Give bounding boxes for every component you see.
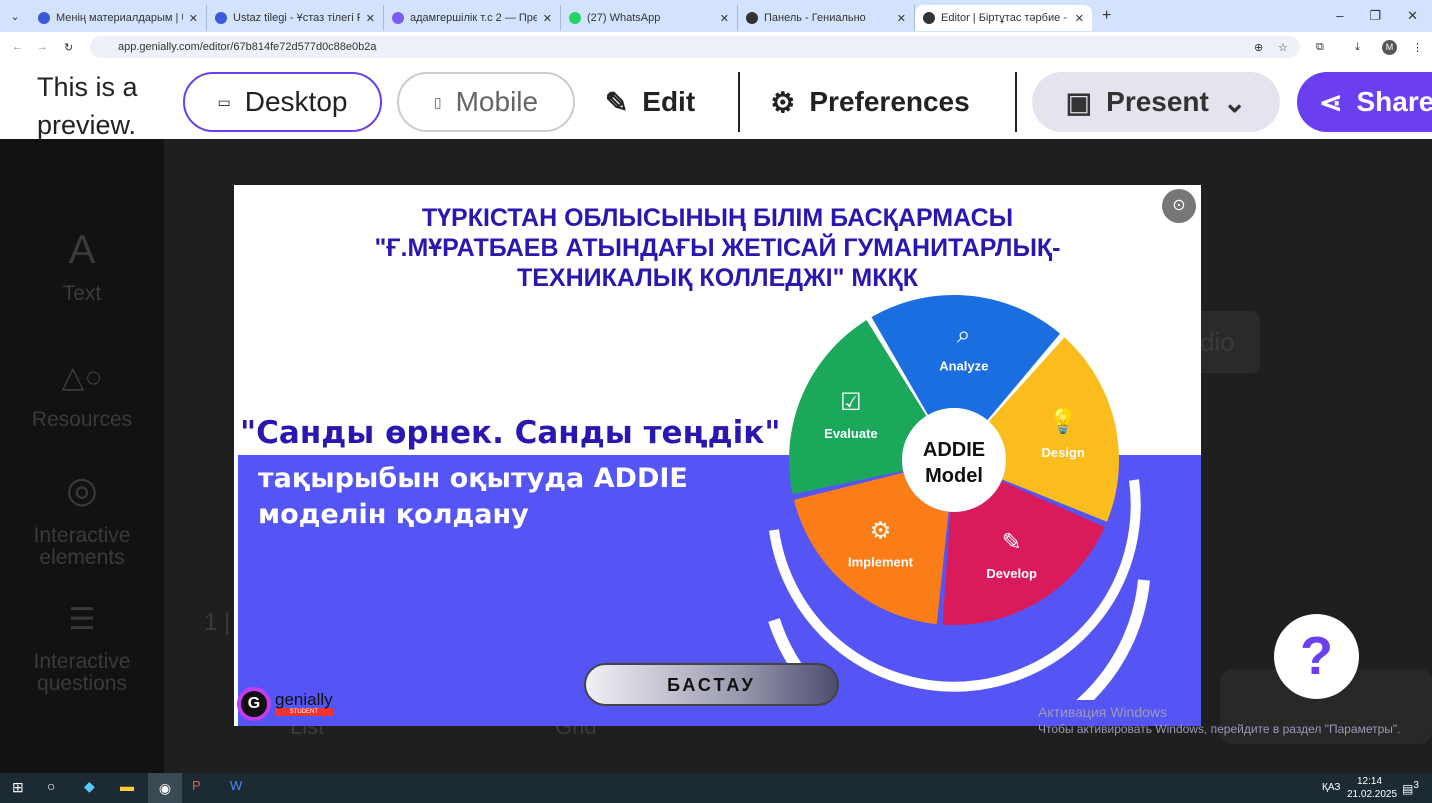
browser-tabstrip: ⌄ Менің материалдарым | Ustaz✕Ustaz tile… [0, 0, 1432, 32]
profile-avatar[interactable]: M [1382, 39, 1397, 55]
chrome-icon[interactable]: ◉ [148, 773, 182, 803]
unlock-icon[interactable]: ⊙ [1162, 189, 1196, 223]
interactive-elements-icon: ◎ [66, 469, 98, 510]
menu-icon[interactable]: ⋮ [1412, 41, 1423, 54]
sidebar: A Text △○ Resources ◎ Interactive elemen… [0, 139, 164, 773]
extensions-icon[interactable]: ⧉ [1316, 41, 1324, 54]
pencil-icon: ✎ [604, 86, 629, 118]
clock-date[interactable]: 21.02.2025 [1347, 789, 1397, 800]
genially-logo: G genially STUDENT [237, 687, 333, 721]
questions-icon: ☰ [68, 603, 96, 636]
edit-button[interactable]: ✎ Edit [590, 72, 710, 132]
text-icon: A [68, 228, 96, 272]
phase-label: Implement [848, 555, 914, 570]
reload-icon[interactable]: ↻ [64, 41, 73, 54]
share-button[interactable]: ⋖ Share [1297, 72, 1432, 132]
preferences-button[interactable]: ⚙ Preferences [755, 72, 985, 132]
favicon-icon [392, 12, 404, 24]
restore-icon[interactable]: ❐ [1369, 8, 1381, 24]
desktop-icon: ▭ [217, 93, 231, 110]
phase-icon: ⚙ [870, 518, 892, 545]
start-button[interactable]: БАСТАУ [584, 663, 839, 706]
browser-tab[interactable]: адамгершілік т.с 2 — Презента✕ [384, 5, 561, 31]
file-explorer-icon[interactable]: ▬ [120, 778, 134, 794]
present-icon: ▣ [1065, 86, 1093, 118]
sidebar-item-text[interactable]: Text [0, 283, 164, 305]
back-icon[interactable]: ← [12, 41, 23, 53]
phase-icon: ⌕ [957, 321, 970, 348]
close-tab-icon[interactable]: ✕ [366, 12, 375, 25]
favicon-icon [38, 12, 50, 24]
windows-start-icon[interactable]: ⊞ [12, 779, 24, 796]
copilot-icon[interactable]: ◆ [84, 778, 95, 795]
mobile-icon: ▯ [433, 93, 442, 110]
browser-tab[interactable]: Панель - Гениально ✕ [738, 5, 915, 31]
minimize-icon[interactable]: – [1336, 8, 1343, 24]
notifications-icon[interactable]: ▤3 [1402, 780, 1419, 796]
word-icon[interactable]: W [230, 778, 242, 793]
addie-cycle-diagram: ⌕ Analyze 💡 Design ✎ Develop ⚙ Implement ☑ Evalua… [768, 295, 1150, 700]
browser-tab[interactable]: Менің материалдарым | Ustaz✕ [30, 5, 207, 31]
close-tab-icon[interactable]: ✕ [1075, 12, 1084, 25]
slide-title: "Санды өрнек. Санды теңдік" [240, 415, 781, 451]
language-indicator[interactable]: ҚАЗ [1322, 782, 1340, 793]
forward-icon[interactable]: → [37, 41, 48, 53]
sidebar-item-interactive-questions[interactable]: Interactive questions [0, 651, 164, 695]
sidebar-item-resources[interactable]: Resources [0, 409, 164, 431]
phase-label: Design [1041, 445, 1084, 460]
phase-icon: 💡 [1048, 407, 1078, 435]
browser-tab[interactable]: Editor | Біртұтас тәрбие - 16ет✕ [915, 5, 1092, 31]
bookmark-star-icon[interactable]: ☆ [1278, 41, 1288, 54]
taskbar: ⊞ ○ ◆ ▬ ◉ P W ҚАЗ 12:14 21.02.2025 ▤3 [0, 773, 1432, 803]
help-button[interactable]: ? [1274, 614, 1359, 699]
favicon-icon [746, 12, 758, 24]
close-tab-icon[interactable]: ✕ [720, 12, 729, 25]
phase-label: Develop [986, 566, 1037, 581]
preview-notice: This is a preview. [37, 72, 138, 140]
browser-tab[interactable]: Ustaz tilegi - Ұстаз тілегі Респу✕ [207, 5, 384, 31]
slide-preview: ТҮРКІСТАН ОБЛЫСЫНЫҢ БІЛІМ БАСҚАРМАСЫ "Ғ.… [234, 185, 1201, 726]
sidebar-item-interactive-elements[interactable]: Interactive elements [0, 525, 164, 569]
present-button[interactable]: ▣ Present ⌄ [1032, 72, 1280, 132]
phase-label: Analyze [939, 358, 988, 373]
phase-icon: ☑ [840, 389, 862, 416]
new-tab-button[interactable]: + [1092, 7, 1121, 25]
close-tab-icon[interactable]: ✕ [897, 12, 906, 25]
favicon-icon [215, 12, 227, 24]
resources-icon: △○ [61, 361, 103, 394]
download-icon[interactable]: ⤓ [1355, 41, 1360, 54]
clock-time[interactable]: 12:14 [1357, 776, 1382, 787]
close-tab-icon[interactable]: ✕ [543, 12, 552, 25]
powerpoint-icon[interactable]: P [192, 778, 201, 793]
tab-search-icon[interactable]: ⌄ [0, 10, 30, 23]
windows-activation-title: Активация Windows [1038, 704, 1168, 720]
url-input[interactable]: app.genially.com/editor/67b814fe72d577d0… [90, 36, 1300, 58]
center-label: ADDIE [923, 439, 985, 461]
gear-icon: ⚙ [770, 86, 796, 118]
page-number: 1 | [204, 609, 231, 636]
windows-activation-hint: Чтобы активировать Windows, перейдите в … [1038, 722, 1401, 736]
address-bar: ← → ↻ app.genially.com/editor/67b814fe72… [0, 32, 1432, 62]
close-tab-icon[interactable]: ✕ [189, 12, 198, 25]
browser-tab[interactable]: (27) WhatsApp ✕ [561, 5, 738, 31]
phase-label: Evaluate [824, 426, 877, 441]
close-window-icon[interactable]: ✕ [1407, 8, 1418, 24]
zoom-icon[interactable]: ⊕ [1254, 41, 1263, 54]
desktop-button[interactable]: ▭ Desktop [183, 72, 382, 132]
share-icon: ⋖ [1319, 86, 1343, 118]
phase-icon: ✎ [1002, 529, 1022, 556]
mobile-button[interactable]: ▯ Mobile [397, 72, 575, 132]
chevron-down-icon: ⌄ [1222, 86, 1247, 118]
center-label: Model [925, 465, 983, 487]
search-icon[interactable]: ○ [47, 778, 55, 794]
favicon-icon [569, 12, 581, 24]
slide-subtitle: тақырыбын оқытуда ADDIE моделін қолдану [258, 463, 688, 530]
preview-bar: This is a preview. ▭ Desktop ▯ Mobile ✎ Edi… [0, 62, 1432, 140]
favicon-icon [923, 12, 935, 24]
